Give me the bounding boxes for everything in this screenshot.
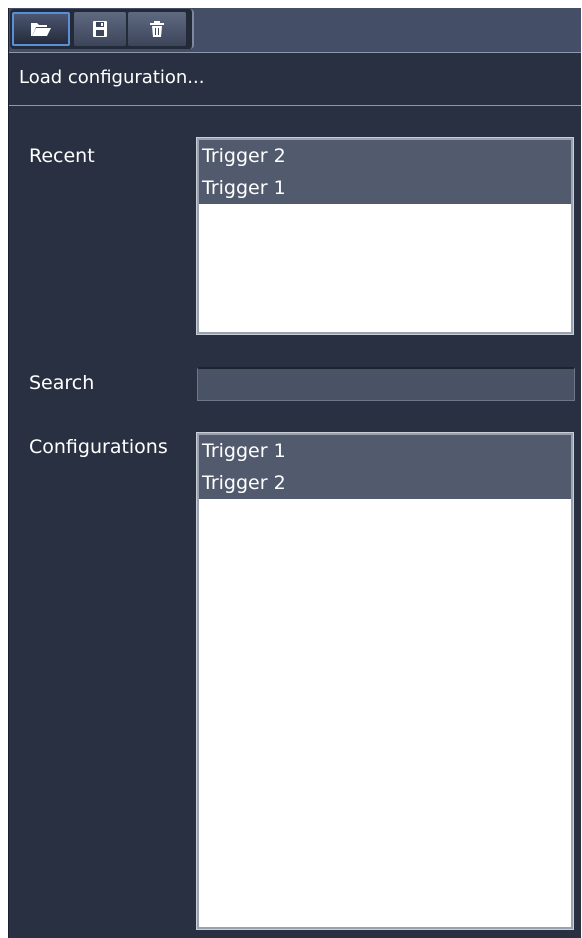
configurations-list[interactable]: Trigger 1 Trigger 2 (196, 432, 574, 930)
recent-list[interactable]: Trigger 2 Trigger 1 (196, 137, 574, 335)
search-input[interactable] (197, 367, 575, 401)
save-icon (92, 20, 108, 38)
list-item[interactable]: Trigger 2 (199, 467, 571, 499)
trash-icon (149, 20, 165, 38)
save-button[interactable] (74, 12, 126, 46)
toolbar (9, 8, 581, 53)
panel-header: Load configuration... (9, 53, 581, 106)
list-item[interactable]: Trigger 2 (199, 140, 571, 172)
toolbar-button-group (10, 9, 194, 49)
load-configuration-panel: Load configuration... Recent Trigger 2 T… (8, 8, 581, 938)
list-item[interactable]: Trigger 1 (199, 435, 571, 467)
search-label: Search (29, 372, 95, 394)
panel-title: Load configuration... (19, 67, 205, 88)
recent-label: Recent (29, 145, 95, 167)
folder-open-icon (30, 20, 52, 38)
configurations-label: Configurations (29, 436, 168, 458)
delete-button[interactable] (128, 12, 186, 46)
load-button[interactable] (12, 12, 70, 46)
list-item[interactable]: Trigger 1 (199, 172, 571, 204)
